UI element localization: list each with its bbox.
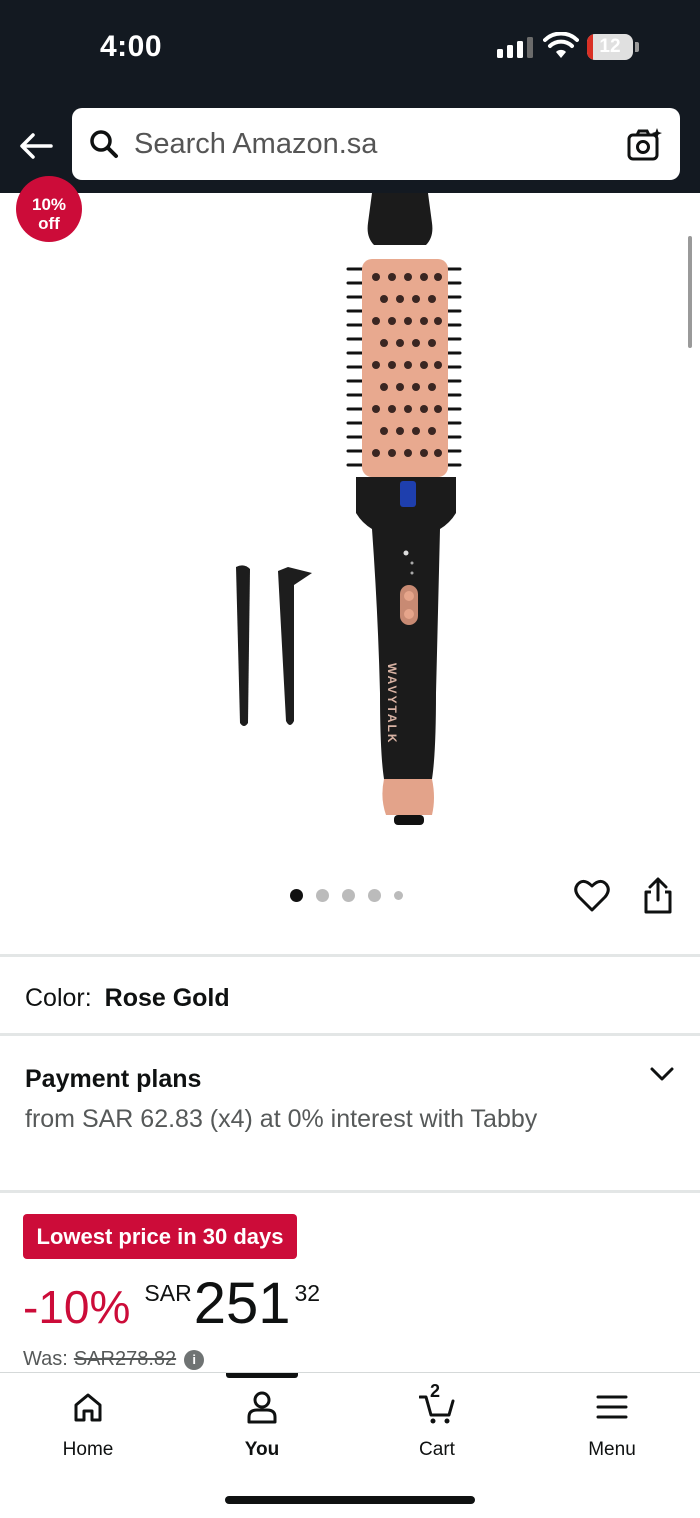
menu-icon [596,1395,628,1419]
pagination-dot[interactable] [316,889,329,902]
home-icon [74,1393,102,1422]
discount-percent: -10% [23,1281,131,1333]
chevron-down-icon[interactable] [648,1060,676,1088]
info-icon[interactable]: i [184,1349,205,1370]
nav-label-menu: Menu [588,1439,636,1460]
nav-label-you: You [244,1439,280,1460]
was-price: SAR278.82 [73,1348,177,1370]
nav-label-cart: Cart [419,1439,455,1460]
heart-icon[interactable] [572,876,612,916]
active-tab-indicator [226,1373,298,1378]
signal-icon [497,36,533,58]
scroll-indicator[interactable] [688,236,692,348]
color-selector[interactable]: Color: Rose Gold [25,984,230,1013]
deal-badge: Lowest price in 30 days [23,1214,297,1259]
pagination-dot[interactable] [368,889,381,902]
nav-cart[interactable]: 2 Cart [377,1381,497,1461]
pagination-dot[interactable] [394,891,403,900]
user-icon [247,1391,277,1424]
wifi-icon [543,32,579,58]
was-label: Was: [23,1348,68,1370]
search-bar[interactable]: Search Amazon.sa [72,108,680,180]
was-price-row: Was: SAR278.82 i [23,1348,205,1371]
back-button[interactable] [16,126,56,166]
image-pagination[interactable] [290,889,403,902]
payment-plans-title[interactable]: Payment plans [25,1065,201,1094]
search-input[interactable]: Search Amazon.sa [134,128,377,161]
divider [0,1190,700,1193]
discount-badge-off: off [38,214,60,233]
pagination-dot[interactable] [290,889,303,902]
home-indicator [225,1496,475,1504]
nav-home[interactable]: Home [28,1389,148,1461]
divider [0,954,700,957]
payment-plans-text: from SAR 62.83 (x4) at 0% interest with … [25,1105,538,1133]
search-icon [90,130,118,158]
battery-level: 12 [599,36,621,57]
nav-you[interactable]: You [202,1389,322,1461]
price-whole: 251 [193,1271,291,1336]
svg-text:WAVYTALK: WAVYTALK [385,663,399,745]
price-row: -10% SAR 251 32 [23,1270,320,1338]
pagination-dot[interactable] [342,889,355,902]
battery-indicator: 12 [587,34,633,60]
nav-menu[interactable]: Menu [552,1389,672,1461]
cart-count: 2 [430,1381,441,1401]
discount-badge: 10% off [16,176,82,242]
price-fraction: 32 [294,1280,321,1306]
color-label: Color: [25,984,92,1012]
arrow-left-icon [20,133,53,159]
price-currency: SAR [144,1280,192,1306]
color-value: Rose Gold [104,984,230,1012]
top-bar: 4:00 12 Search Amazon.sa [0,0,700,193]
share-icon[interactable] [638,876,678,916]
product-page: 4:00 12 Search Amazon.sa 10% off WAVYTAL… [0,0,700,1518]
divider [0,1033,700,1036]
product-image[interactable]: WAVYTALK [200,193,500,833]
status-time: 4:00 [100,30,163,63]
discount-badge-percent: 10% [31,195,67,214]
camera-search-icon[interactable] [626,126,664,164]
battery-tip [635,42,639,52]
nav-label-home: Home [62,1439,114,1460]
